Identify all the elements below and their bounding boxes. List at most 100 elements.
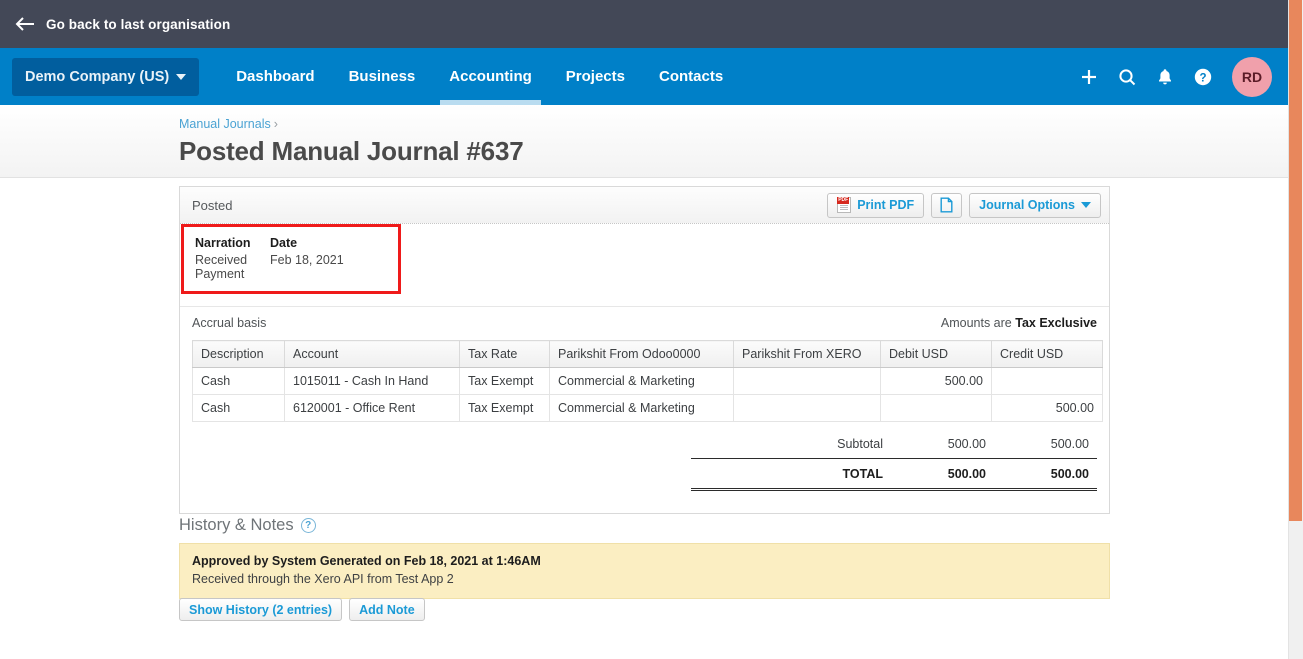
col-parikshit-from-odoo: Parikshit From Odoo0000 bbox=[549, 340, 734, 368]
history-and-notes-label: History & Notes bbox=[179, 516, 294, 534]
nav-item-accounting[interactable]: Accounting bbox=[432, 48, 549, 105]
cell-debit: 500.00 bbox=[880, 367, 992, 395]
organisation-name: Demo Company (US) bbox=[25, 68, 170, 85]
table-row: Cash 6120001 - Office Rent Tax Exempt Co… bbox=[192, 394, 1103, 422]
col-description: Description bbox=[192, 340, 285, 368]
history-actions: Show History (2 entries) Add Note bbox=[179, 598, 425, 621]
narration-label: Narration bbox=[195, 236, 251, 250]
journal-panel: Posted Print PDF Journal Options bbox=[179, 186, 1110, 514]
date-field: Date Feb 18, 2021 bbox=[270, 236, 344, 281]
totals-section: Subtotal 500.00 500.00 TOTAL 500.00 500.… bbox=[192, 422, 1097, 492]
cell-credit: 500.00 bbox=[991, 394, 1103, 422]
nav-item-projects[interactable]: Projects bbox=[549, 48, 642, 105]
note-body: Received through the Xero API from Test … bbox=[192, 572, 454, 586]
col-debit-usd: Debit USD bbox=[880, 340, 992, 368]
nav-item-label: Projects bbox=[565, 68, 625, 85]
chevron-down-icon bbox=[1081, 202, 1091, 208]
show-history-button[interactable]: Show History (2 entries) bbox=[179, 598, 343, 621]
total-label: TOTAL bbox=[842, 467, 883, 481]
cell-debit bbox=[880, 394, 992, 422]
cell-credit bbox=[991, 367, 1103, 395]
narration-section: Narration Received Payment Date Feb 18, … bbox=[180, 224, 1109, 294]
col-tax-rate: Tax Rate bbox=[459, 340, 550, 368]
total-credit: 500.00 bbox=[1050, 467, 1089, 481]
table-row: Cash 1015011 - Cash In Hand Tax Exempt C… bbox=[192, 367, 1103, 395]
amounts-are-value: Tax Exclusive bbox=[1015, 316, 1097, 330]
scrollbar-thumb[interactable] bbox=[1289, 0, 1302, 521]
navbar-actions: ? RD bbox=[1072, 56, 1288, 97]
date-label: Date bbox=[270, 236, 298, 250]
question-mark-icon[interactable]: ? bbox=[300, 518, 316, 533]
page-heading-band: Manual Journals › Posted Manual Journal #… bbox=[0, 105, 1288, 178]
breadcrumb-manual-journals-link[interactable]: Manual Journals bbox=[179, 117, 271, 131]
help-icon[interactable]: ? bbox=[1186, 60, 1220, 94]
date-value: Feb 18, 2021 bbox=[270, 253, 344, 267]
accounting-basis-row: Accrual basis Amounts are Tax Exclusive bbox=[180, 306, 1109, 340]
svg-text:?: ? bbox=[1199, 72, 1206, 84]
cell-account: 6120001 - Office Rent bbox=[284, 394, 460, 422]
add-note-label: Add Note bbox=[359, 602, 415, 617]
breadcrumb-separator: › bbox=[273, 117, 278, 131]
subtotal-credit: 500.00 bbox=[1050, 437, 1089, 451]
journal-options-button[interactable]: Journal Options bbox=[969, 192, 1101, 218]
avatar[interactable]: RD bbox=[1232, 56, 1272, 97]
cell-odoo: Commercial & Marketing bbox=[549, 367, 734, 395]
attachment-button[interactable] bbox=[931, 192, 963, 218]
col-credit-usd: Credit USD bbox=[991, 340, 1103, 368]
subtotal-debit: 500.00 bbox=[947, 437, 986, 451]
print-pdf-label: Print PDF bbox=[857, 198, 915, 212]
amounts-are-note: Amounts are Tax Exclusive bbox=[941, 316, 1097, 330]
col-account: Account bbox=[284, 340, 460, 368]
cell-tax-rate: Tax Exempt bbox=[459, 394, 550, 422]
journal-panel-header: Posted Print PDF Journal Options bbox=[180, 187, 1109, 224]
top-utility-bar: Go back to last organisation bbox=[0, 0, 1288, 48]
narration-highlight-box: Narration Received Payment Date Feb 18, … bbox=[181, 224, 401, 294]
vertical-scrollbar[interactable] bbox=[1288, 0, 1303, 659]
history-and-notes-heading: History & Notes ? bbox=[179, 516, 316, 535]
show-history-label: Show History (2 entries) bbox=[189, 602, 333, 617]
avatar-initials: RD bbox=[1241, 68, 1263, 85]
breadcrumb: Manual Journals › bbox=[179, 117, 1288, 131]
amounts-are-prefix: Amounts are bbox=[940, 316, 1012, 330]
status-badge: Posted bbox=[192, 197, 233, 213]
journal-header-actions: Print PDF Journal Options bbox=[827, 192, 1101, 218]
journal-lines-table: Description Account Tax Rate Parikshit F… bbox=[192, 340, 1103, 422]
nav-item-business[interactable]: Business bbox=[332, 48, 433, 105]
bell-icon[interactable] bbox=[1148, 60, 1182, 94]
cell-odoo: Commercial & Marketing bbox=[549, 394, 734, 422]
accrual-basis-label: Accrual basis bbox=[192, 316, 267, 330]
cell-description: Cash bbox=[192, 367, 285, 395]
note-title: Approved by System Generated on Feb 18, … bbox=[192, 554, 541, 568]
print-pdf-button[interactable]: Print PDF bbox=[827, 192, 925, 218]
cell-tax-rate: Tax Exempt bbox=[459, 367, 550, 395]
nav-item-label: Contacts bbox=[658, 68, 724, 85]
journal-options-label: Journal Options bbox=[979, 198, 1075, 212]
arrow-left-icon[interactable] bbox=[14, 15, 36, 33]
subtotal-label: Subtotal bbox=[837, 437, 883, 451]
pdf-file-icon bbox=[837, 197, 852, 213]
search-icon[interactable] bbox=[1110, 60, 1144, 94]
narration-value: Received Payment bbox=[195, 253, 248, 281]
plus-icon[interactable] bbox=[1072, 60, 1106, 94]
total-row: TOTAL 500.00 500.00 bbox=[691, 459, 1097, 490]
nav-item-contacts[interactable]: Contacts bbox=[642, 48, 740, 105]
cell-xero bbox=[733, 394, 881, 422]
back-to-last-organisation-link[interactable]: Go back to last organisation bbox=[46, 17, 230, 32]
chevron-down-icon bbox=[176, 73, 187, 80]
subtotal-row: Subtotal 500.00 500.00 bbox=[691, 422, 1097, 459]
total-debit: 500.00 bbox=[947, 467, 986, 481]
primary-nav: Dashboard Business Accounting Projects C… bbox=[219, 48, 740, 105]
nav-item-dashboard[interactable]: Dashboard bbox=[219, 48, 331, 105]
history-note: Approved by System Generated on Feb 18, … bbox=[179, 543, 1110, 599]
main-navbar: Demo Company (US) Dashboard Business Acc… bbox=[0, 48, 1288, 105]
organisation-switcher[interactable]: Demo Company (US) bbox=[12, 57, 200, 96]
col-parikshit-from-xero: Parikshit From XERO bbox=[733, 340, 881, 368]
cell-xero bbox=[733, 367, 881, 395]
cell-account: 1015011 - Cash In Hand bbox=[284, 367, 460, 395]
add-note-button[interactable]: Add Note bbox=[349, 598, 425, 621]
narration-field: Narration Received Payment bbox=[195, 236, 270, 281]
panel-bottom-padding bbox=[180, 491, 1109, 513]
nav-item-label: Business bbox=[348, 68, 416, 85]
nav-item-label: Dashboard bbox=[236, 68, 315, 85]
